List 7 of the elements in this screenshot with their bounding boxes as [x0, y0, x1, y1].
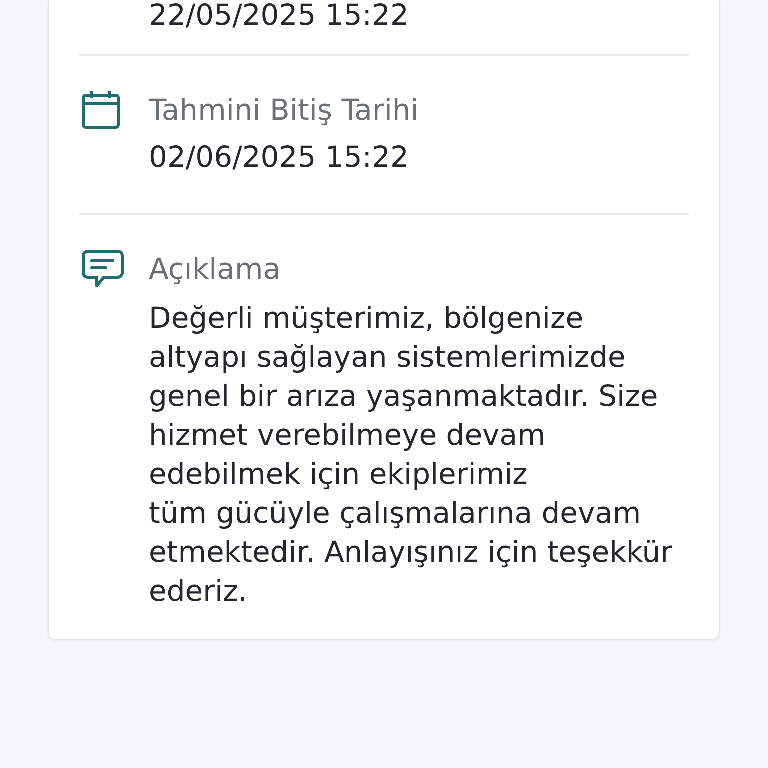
date-value: 02/06/2025 15:22 — [149, 139, 410, 176]
field-label: Açıklama — [149, 251, 282, 288]
field-label: Tahmini Bitiş Tarihi — [149, 92, 420, 129]
message-icon — [82, 250, 124, 288]
calendar-icon — [82, 91, 120, 129]
description-text: Değerli müşterimiz, bölgenize altyapı sağlayan sistemlerimizde genel bir arıza yaşanmaktadır. Size hizmet verebilmeye devam edebilmek için ekiplerimiz tüm gücüyle çalışmalarına devam etmektedir. Anlayışınız için teşekkür ederiz. — [149, 300, 674, 610]
date-value: 22/05/2025 15:22 — [149, 0, 410, 30]
